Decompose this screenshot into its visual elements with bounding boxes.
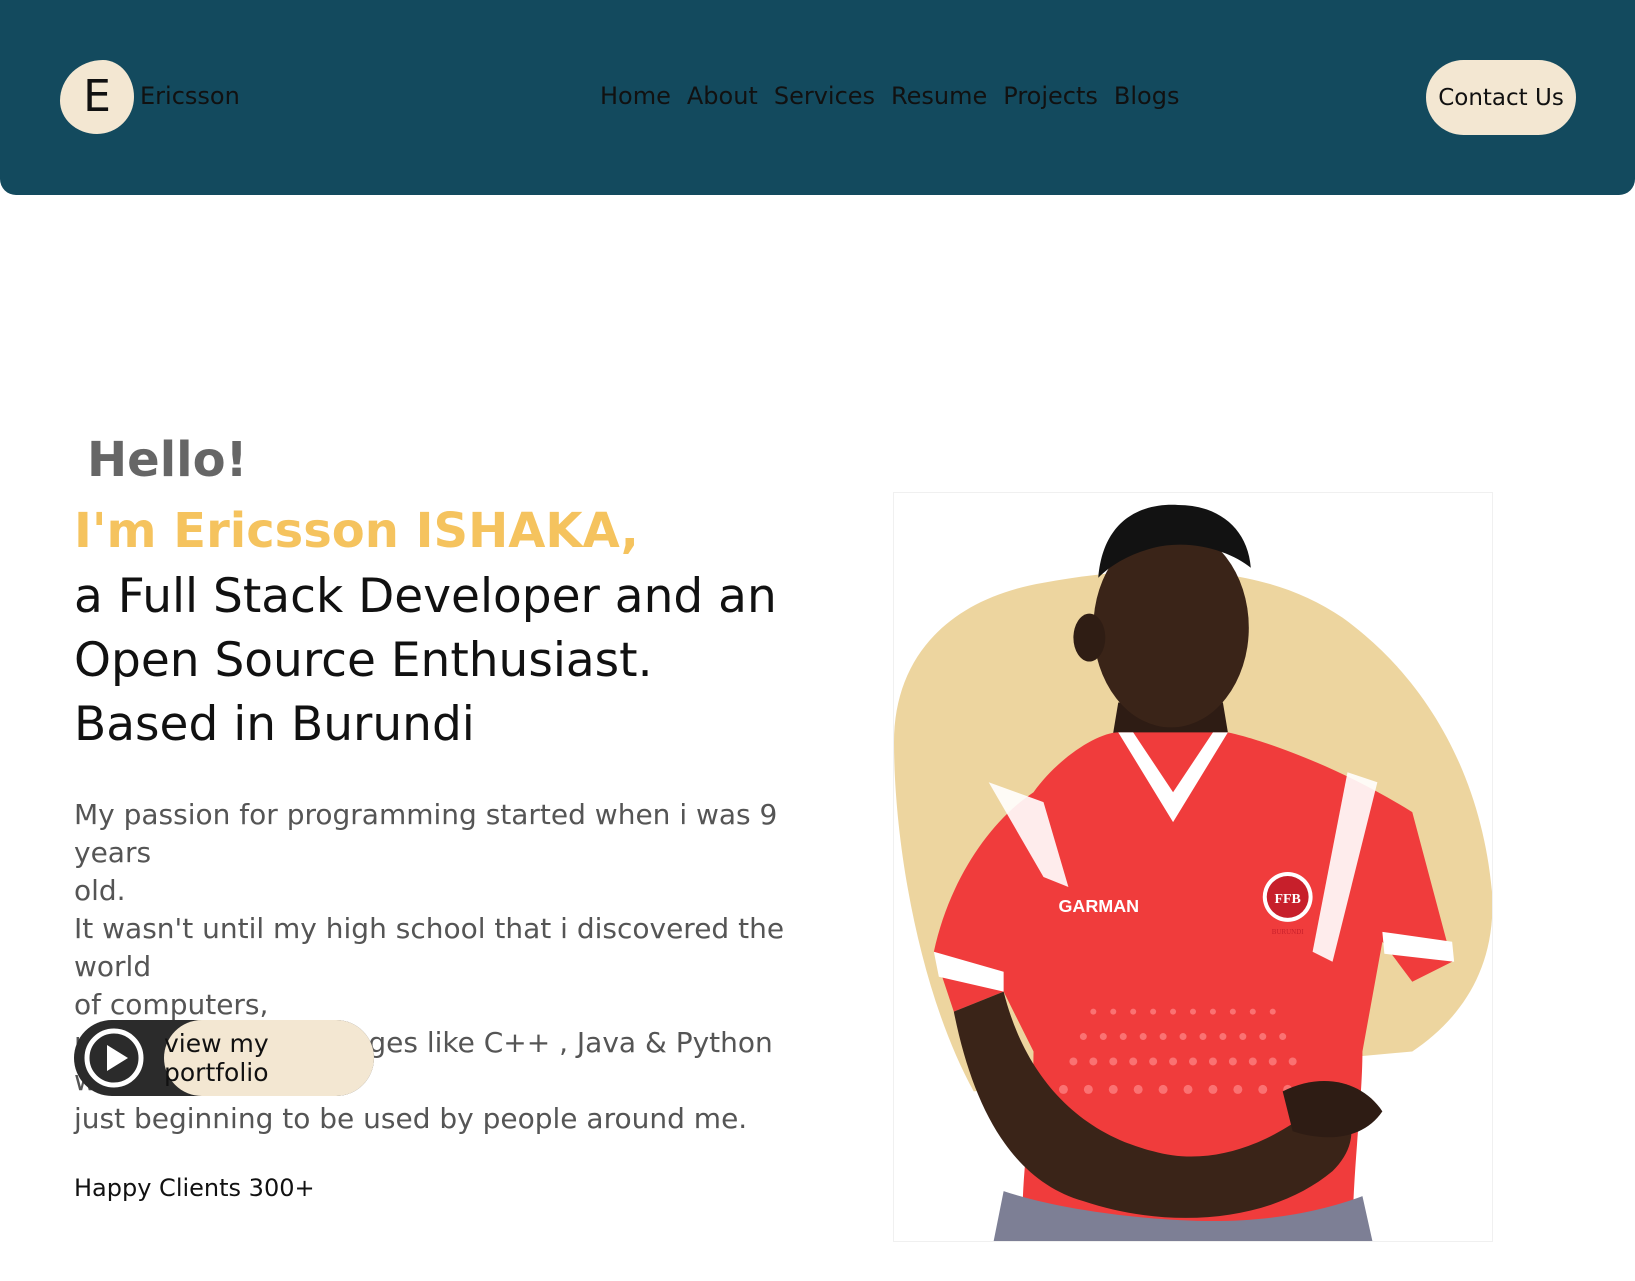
happy-clients: Happy Clients 300+ (74, 1174, 315, 1202)
profile-illustration: GARMAN FFB BURUNDI (894, 504, 1492, 1241)
greeting: Hello! (87, 432, 248, 488)
logo-letter: E (83, 71, 111, 122)
nav-link-resume[interactable]: Resume (891, 82, 987, 110)
nav-link-services[interactable]: Services (774, 82, 875, 110)
name-line: I'm Ericsson ISHAKA, (74, 503, 639, 559)
nav-links: Home About Services Resume Projects Blog… (600, 82, 1179, 110)
contact-us-button[interactable]: Contact Us (1426, 60, 1576, 135)
headline-line: Based in Burundi (74, 697, 475, 752)
headline: a Full Stack Developer and an Open Sourc… (74, 565, 794, 757)
nav-link-blogs[interactable]: Blogs (1114, 82, 1180, 110)
bio-line: of computers, (74, 988, 269, 1021)
crest-sub: BURUNDI (1272, 928, 1304, 936)
bio-line: My passion for programming started when … (74, 798, 778, 869)
nav-link-about[interactable]: About (687, 82, 758, 110)
navbar: E Ericsson Home About Services Resume Pr… (0, 0, 1635, 195)
view-portfolio-button[interactable]: view my portfolio (74, 1020, 374, 1096)
jersey-brand: GARMAN (1058, 896, 1139, 916)
logo[interactable]: E (60, 60, 134, 134)
nav-link-projects[interactable]: Projects (1003, 82, 1098, 110)
headline-line: a Full Stack Developer and an (74, 569, 777, 624)
nav-link-home[interactable]: Home (600, 82, 671, 110)
view-portfolio-label: view my portfolio (164, 1020, 374, 1096)
headline-line: Open Source Enthusiast. (74, 633, 653, 688)
brand-name[interactable]: Ericsson (140, 82, 240, 110)
crest-text: FFB (1275, 892, 1301, 907)
bio-line: It wasn't until my high school that i di… (74, 912, 785, 983)
play-circle-icon (84, 1028, 144, 1088)
bio-line: just beginning to be used by people arou… (74, 1102, 748, 1135)
bio-line: old. (74, 874, 126, 907)
profile-photo: GARMAN FFB BURUNDI (893, 492, 1493, 1242)
